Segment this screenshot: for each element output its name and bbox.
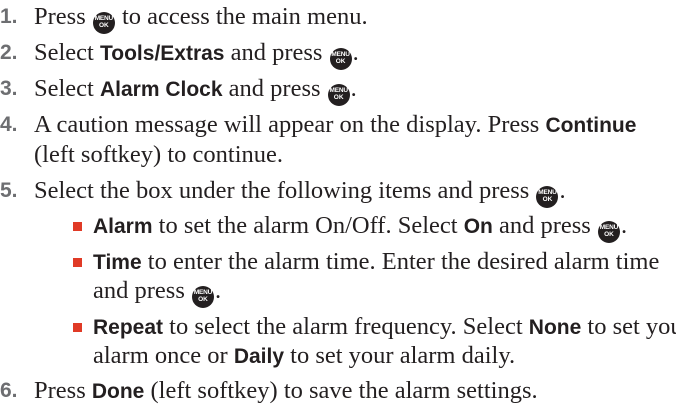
menu-ok-key-icon: MENU OK [191, 285, 214, 308]
menu-ok-key-icon: MENU OK [536, 185, 559, 208]
field-label: Alarm [93, 215, 153, 238]
step-number: 2. [0, 41, 18, 64]
option-label: None [528, 316, 582, 339]
step-text: . [352, 39, 359, 66]
sub-item-text: to select the alarm frequency. Select [163, 313, 529, 340]
step-text: Press [34, 3, 92, 30]
step-text: Select the box under the following items… [34, 177, 536, 204]
step-text: . [350, 75, 357, 102]
step-text: Select [34, 39, 100, 66]
step-number: 6. [0, 379, 18, 402]
step-text: (left softkey) to continue. [34, 141, 284, 168]
option-label: Daily [233, 345, 285, 368]
bullet-icon [73, 222, 82, 231]
step-text: and press [222, 75, 327, 102]
menu-ok-key-icon: MENU OK [327, 83, 350, 106]
sub-item-text: to set your alarm daily. [284, 342, 516, 369]
step-number: 5. [0, 179, 18, 202]
step-number: 4. [0, 113, 18, 136]
menu-item-label: Alarm Clock [100, 78, 223, 101]
field-label: Time [93, 251, 142, 274]
instruction-document: 1. Press MENU OK to access the main menu.… [0, 0, 676, 408]
sub-item-text: . [214, 277, 222, 304]
option-label: On [463, 215, 493, 238]
sub-item-text: alarm once or [93, 342, 234, 369]
menu-ok-key-icon: MENU OK [329, 47, 352, 70]
step-text: . [559, 177, 566, 204]
sub-item-text: to set the alarm On/Off. Select [152, 212, 464, 239]
sub-item-text: . [620, 212, 628, 239]
softkey-label: Continue [545, 114, 637, 137]
menu-ok-key-icon: MENU OK [597, 220, 620, 243]
field-label: Repeat [93, 316, 164, 339]
step-text: A caution message will appear on the dis… [34, 111, 546, 138]
step-number: 3. [0, 77, 18, 100]
menu-item-label: Tools/Extras [100, 42, 225, 65]
step-text: (left softkey) to save the alarm setting… [144, 377, 538, 404]
step-text: to access the main menu. [115, 3, 368, 30]
sub-item-text: to enter the alarm time. Enter the desir… [141, 248, 660, 275]
menu-ok-key-icon: MENU OK [92, 11, 115, 34]
step-number: 1. [0, 5, 18, 28]
sub-item-text: and press [492, 212, 597, 239]
sub-item-text: to set your [587, 313, 676, 340]
sub-item-text: and press [93, 277, 191, 304]
bullet-icon [73, 323, 82, 332]
softkey-label: Done [91, 380, 145, 403]
step-text: and press [224, 39, 329, 66]
step-text: Press [34, 377, 92, 404]
bullet-icon [73, 258, 82, 267]
step-text: Select [34, 75, 100, 102]
